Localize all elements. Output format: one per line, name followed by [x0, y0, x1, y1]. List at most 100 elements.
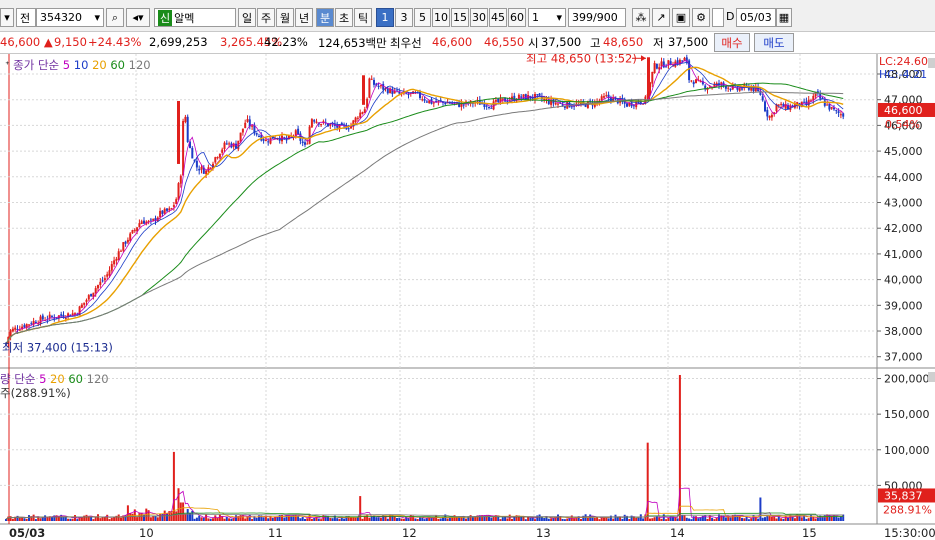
chevron-down-icon: ▾ [556, 11, 562, 24]
interval-button[interactable]: 10 [432, 8, 450, 27]
candle [140, 221, 143, 224]
candle [444, 102, 447, 105]
candle [354, 117, 357, 122]
volume-bar [195, 517, 198, 521]
date-input[interactable]: 05/03 [736, 8, 776, 27]
candle [39, 316, 42, 324]
candle [264, 139, 267, 142]
volume-bar [757, 518, 760, 521]
interval-button[interactable]: 15 [451, 8, 469, 27]
volume-bar [283, 517, 286, 521]
candle [186, 116, 189, 143]
candle [653, 63, 656, 74]
low-annotation: 최저 37,400 (15:13) [2, 340, 113, 354]
volume-bar [368, 517, 371, 521]
scroll-down-arrow [928, 372, 935, 382]
date-checkbox[interactable] [712, 8, 724, 27]
volume-bar [522, 516, 525, 521]
candle [428, 100, 431, 104]
candle [741, 88, 743, 90]
volume-bar [623, 514, 626, 521]
save-icon[interactable]: ▣ [672, 8, 690, 27]
period-button[interactable]: 년 [295, 8, 313, 27]
volume-bar [92, 519, 95, 521]
volume-bar [7, 516, 10, 521]
volume-bar [343, 518, 346, 521]
speaker-icon[interactable]: ◂▾ [126, 8, 150, 27]
indicator-icon[interactable]: ⁂ [632, 8, 650, 27]
buy-button[interactable]: 매수 [714, 33, 750, 52]
volume-bar [166, 513, 168, 521]
price-chart[interactable]: 48,00047,00046,00045,00044,00043,00042,0… [0, 54, 935, 540]
vol-legend-ma120: 120 [86, 372, 109, 386]
gear-icon[interactable]: ⚙ [692, 8, 710, 27]
volume-bar [9, 516, 12, 521]
volume-value: 2,699,253 [149, 35, 208, 49]
calendar-icon[interactable]: ▦ [776, 8, 792, 27]
candle [605, 95, 608, 97]
interval-button[interactable]: 5 [414, 8, 431, 27]
volume-tick-label: 100,000 [884, 444, 930, 457]
search-icon[interactable]: ⌕ [106, 8, 124, 27]
volume-bar [186, 508, 189, 521]
volume-bar [724, 517, 727, 521]
price-tick-label: 37,000 [884, 351, 923, 364]
candle [306, 143, 309, 145]
candle [126, 239, 129, 243]
count-value: 399 [572, 11, 593, 24]
interval-button[interactable]: 60 [508, 8, 526, 27]
checkbox-label: D [726, 10, 735, 23]
menu-toggle-button[interactable]: ▾ [0, 8, 14, 27]
volume-bar [235, 515, 237, 521]
volume-bar [416, 519, 419, 521]
period-button[interactable]: 주 [257, 8, 275, 27]
candle [239, 132, 242, 142]
volume-bar [750, 518, 753, 521]
interval-button[interactable]: 45 [489, 8, 507, 27]
candle [163, 208, 166, 214]
volume-bar [839, 516, 842, 521]
volume-bar [106, 514, 109, 521]
chevron-down-icon[interactable]: ▾ [94, 11, 100, 24]
volume-bar [837, 517, 840, 521]
period-button[interactable]: 초 [335, 8, 353, 27]
interval-select[interactable]: 1 ▾ [528, 8, 566, 27]
count-input[interactable]: 399/900 [568, 8, 626, 27]
interval-button[interactable]: 1 [376, 8, 394, 27]
period-button[interactable]: 일 [238, 8, 256, 27]
volume-bar [540, 517, 543, 521]
volume-bar [787, 517, 789, 521]
volume-bar [216, 518, 219, 521]
volume-bar [156, 517, 159, 521]
volume-bar [405, 516, 408, 521]
market-select[interactable]: 전 [16, 8, 36, 27]
volume-bar [437, 518, 440, 521]
legend-ma120: 120 [128, 58, 151, 72]
sell-button[interactable]: 매도 [754, 33, 794, 52]
period-button[interactable]: 틱 [354, 8, 372, 27]
candle [218, 153, 221, 158]
candle [115, 258, 118, 261]
trade-amount: 124,653백만 [318, 36, 387, 50]
volume-bar [414, 518, 417, 521]
volume-bar [44, 515, 47, 521]
volume-bar [129, 513, 132, 521]
period-button[interactable]: 월 [276, 8, 294, 27]
volume-bar [407, 518, 410, 521]
volume-bar [653, 517, 656, 521]
volume-bar [331, 518, 334, 521]
volume-bar [770, 516, 773, 521]
volume-bar [304, 519, 306, 521]
volume-bar [591, 517, 594, 521]
draw-tool-icon[interactable]: ↗ [652, 8, 670, 27]
volume-bar [338, 519, 341, 521]
period-button[interactable]: 분 [316, 8, 334, 27]
volume-bar [448, 517, 451, 521]
volume-bar [200, 517, 203, 521]
candle [255, 132, 258, 135]
stock-name-field[interactable]: 신 알멕 [154, 8, 236, 27]
stock-code-input[interactable]: 354320 ▾ [36, 8, 104, 27]
interval-button[interactable]: 3 [395, 8, 413, 27]
interval-button[interactable]: 30 [470, 8, 488, 27]
candle [209, 167, 212, 169]
